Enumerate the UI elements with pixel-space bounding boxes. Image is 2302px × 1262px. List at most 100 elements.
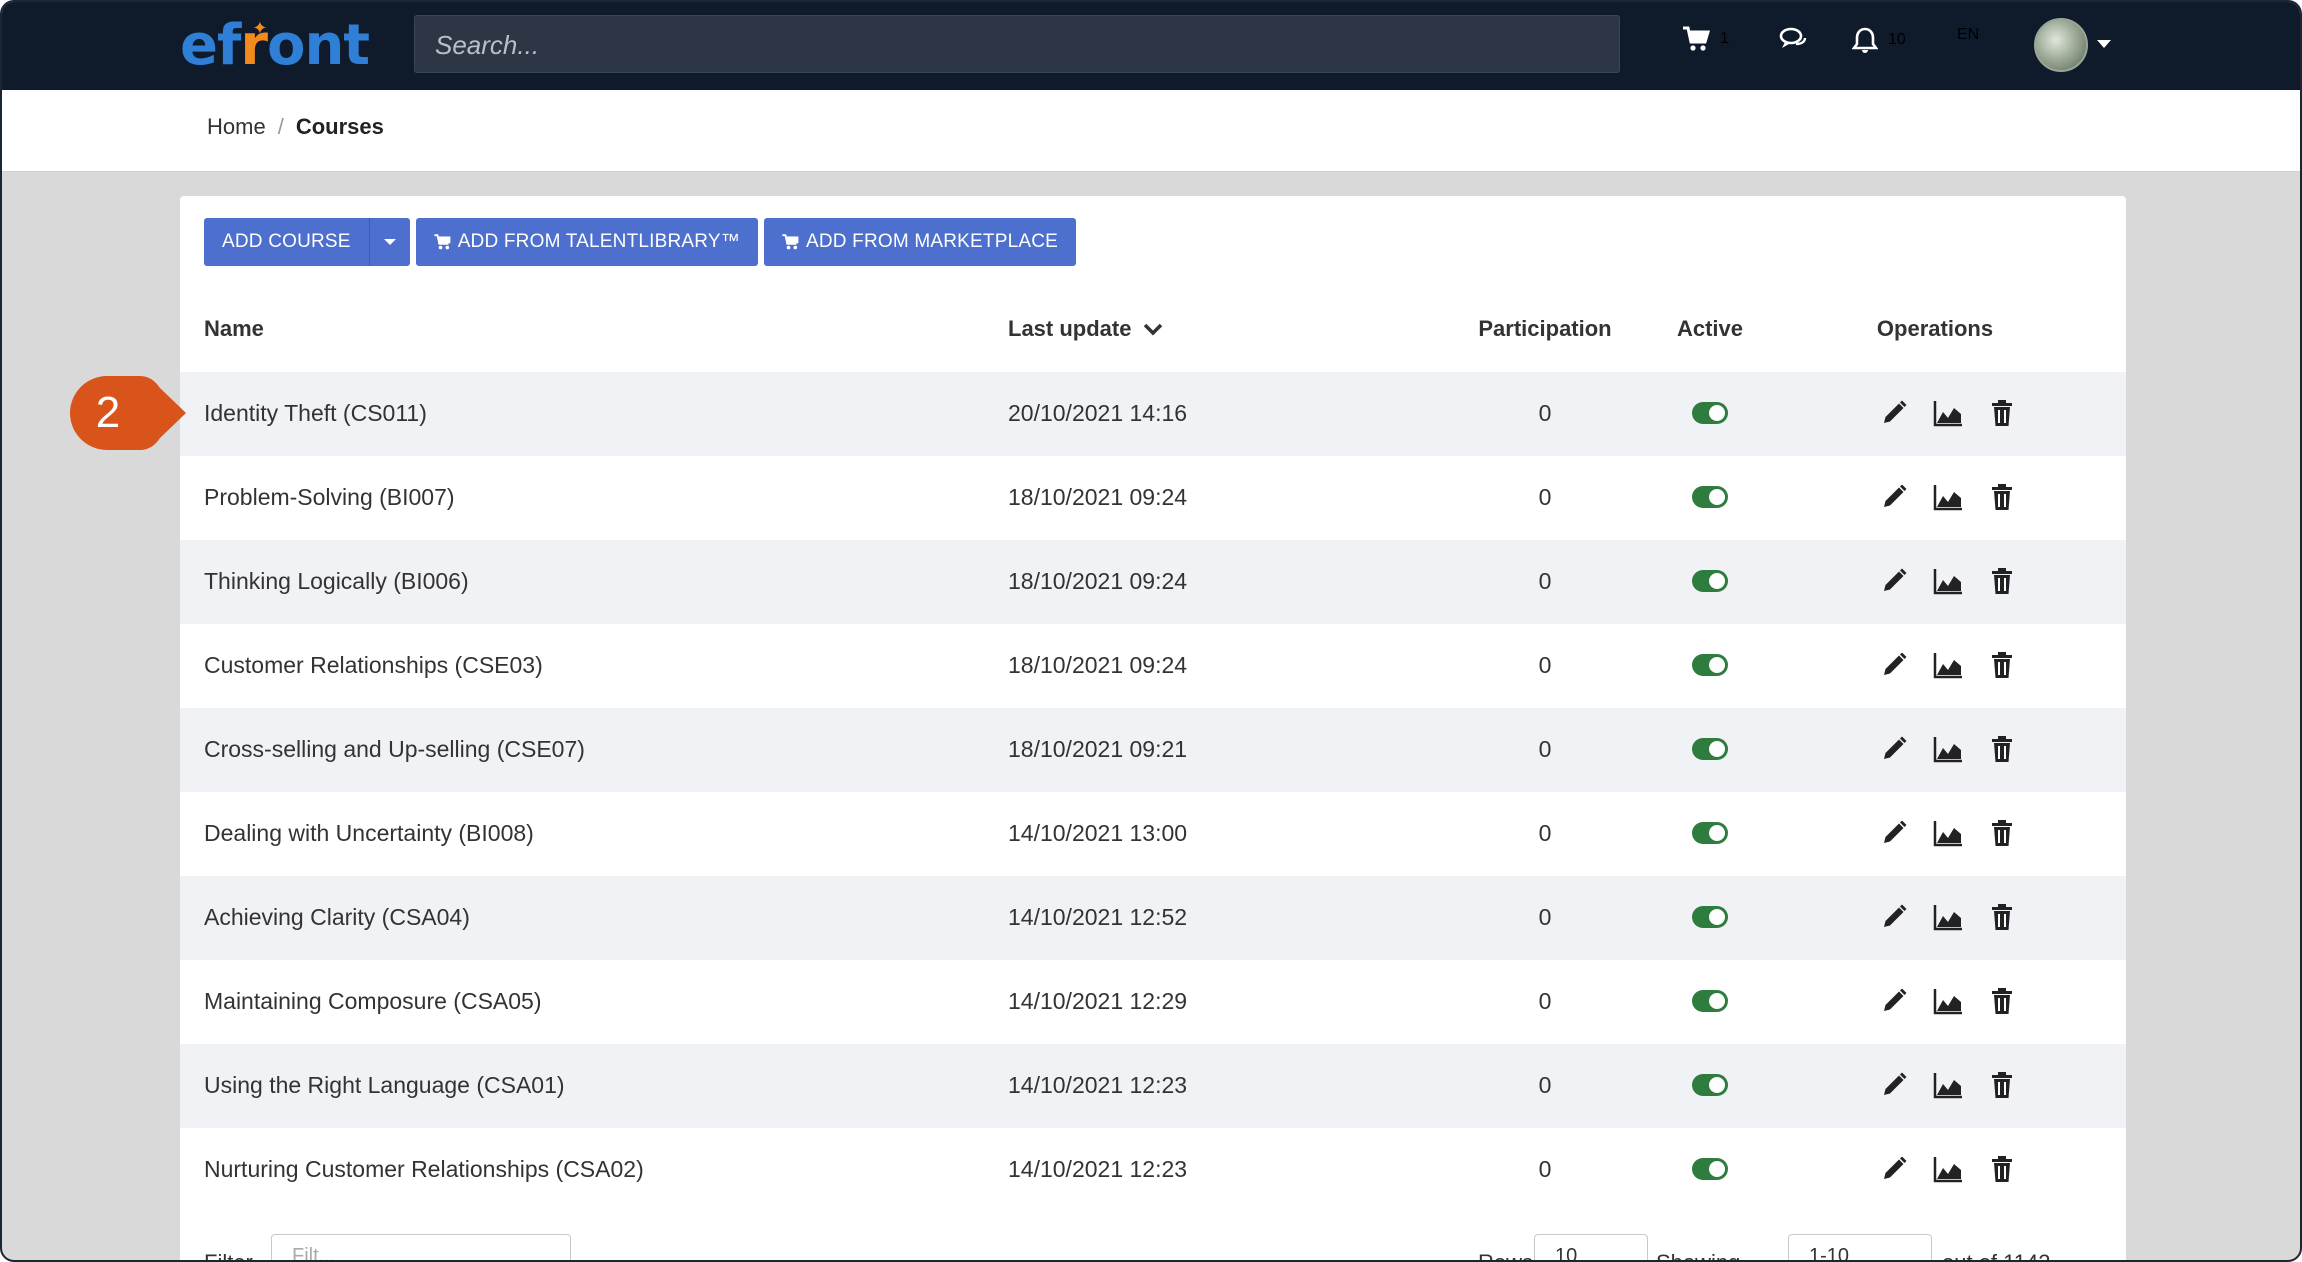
edit-icon[interactable]	[1878, 565, 1910, 597]
add-course-dropdown-button[interactable]	[368, 218, 410, 266]
row-operations	[1878, 901, 2018, 933]
course-name[interactable]: Cross-selling and Up-selling (CSE07)	[204, 736, 585, 763]
statistics-icon[interactable]	[1932, 397, 1964, 429]
statistics-icon[interactable]	[1932, 901, 1964, 933]
statistics-icon[interactable]	[1932, 1069, 1964, 1101]
notifications-count: 10	[1888, 31, 1906, 48]
active-toggle[interactable]	[1692, 570, 1728, 592]
edit-icon[interactable]	[1878, 481, 1910, 513]
table-row[interactable]: Maintaining Composure (CSA05) 14/10/2021 …	[180, 960, 2126, 1044]
trash-icon[interactable]	[1986, 817, 2018, 849]
course-name[interactable]: Maintaining Composure (CSA05)	[204, 988, 542, 1015]
edit-icon[interactable]	[1878, 733, 1910, 765]
statistics-icon[interactable]	[1932, 985, 1964, 1017]
participation-count: 0	[1538, 1072, 1552, 1098]
course-name[interactable]: Nurturing Customer Relationships (CSA02)	[204, 1156, 644, 1183]
rows-select[interactable]: 10	[1534, 1234, 1648, 1260]
statistics-icon[interactable]	[1932, 733, 1964, 765]
table-row[interactable]: Problem-Solving (BI007) 18/10/2021 09:24 0	[180, 456, 2126, 540]
table-row[interactable]: Cross-selling and Up-selling (CSE07) 18/1…	[180, 708, 2126, 792]
trash-icon[interactable]	[1986, 397, 2018, 429]
add-course-button[interactable]: ADD COURSE	[204, 218, 369, 266]
trash-icon[interactable]	[1986, 901, 2018, 933]
filter-input[interactable]: Filt...	[271, 1234, 571, 1260]
trash-icon[interactable]	[1986, 481, 2018, 513]
cart-button[interactable]: 1	[1682, 26, 1729, 52]
row-operations	[1878, 733, 2018, 765]
table-row[interactable]: Thinking Logically (BI006) 18/10/2021 09:…	[180, 540, 2126, 624]
efront-logo[interactable]: efr ✦ ont	[180, 16, 370, 76]
table-row[interactable]: Customer Relationships (CSE03) 18/10/2021…	[180, 624, 2126, 708]
edit-icon[interactable]	[1878, 649, 1910, 681]
trash-icon[interactable]	[1986, 733, 2018, 765]
statistics-icon[interactable]	[1932, 565, 1964, 597]
last-update-date: 14/10/2021 12:29	[1008, 988, 1188, 1014]
bell-icon	[1852, 26, 1878, 54]
trash-icon[interactable]	[1986, 565, 2018, 597]
active-toggle[interactable]	[1692, 654, 1728, 676]
active-toggle[interactable]	[1692, 822, 1728, 844]
messages-button[interactable]	[1779, 26, 1807, 52]
active-toggle[interactable]	[1692, 402, 1728, 424]
edit-icon[interactable]	[1878, 1069, 1910, 1101]
add-from-talentlibrary-label: ADD FROM TALENTLIBRARY™	[457, 231, 740, 252]
row-operations	[1878, 985, 2018, 1017]
trash-icon[interactable]	[1986, 1153, 2018, 1185]
edit-icon[interactable]	[1878, 985, 1910, 1017]
table-row[interactable]: Dealing with Uncertainty (BI008) 14/10/20…	[180, 792, 2126, 876]
active-toggle[interactable]	[1692, 738, 1728, 760]
trash-icon[interactable]	[1986, 1069, 2018, 1101]
course-name[interactable]: Problem-Solving (BI007)	[204, 484, 455, 511]
column-name[interactable]: Name	[204, 316, 264, 342]
edit-icon[interactable]	[1878, 901, 1910, 933]
edit-icon[interactable]	[1878, 1153, 1910, 1185]
active-toggle[interactable]	[1692, 906, 1728, 928]
chevron-down-icon[interactable]	[2097, 40, 2111, 48]
user-avatar[interactable]	[2034, 18, 2088, 72]
language-selector[interactable]: EN	[1957, 26, 1979, 44]
cart-count: 1	[1720, 30, 1729, 47]
search-input[interactable]: Search...	[414, 15, 1620, 73]
active-toggle[interactable]	[1692, 486, 1728, 508]
trash-icon[interactable]	[1986, 985, 2018, 1017]
breadcrumb-home[interactable]: Home	[207, 114, 266, 140]
statistics-icon[interactable]	[1932, 481, 1964, 513]
active-toggle[interactable]	[1692, 1158, 1728, 1180]
statistics-icon[interactable]	[1932, 649, 1964, 681]
edit-icon[interactable]	[1878, 817, 1910, 849]
cart-icon	[1682, 26, 1710, 52]
add-from-talentlibrary-button[interactable]: ADD FROM TALENTLIBRARY™	[415, 218, 758, 266]
last-update-date: 14/10/2021 13:00	[1008, 820, 1188, 846]
statistics-icon[interactable]	[1932, 817, 1964, 849]
last-update-date: 14/10/2021 12:23	[1008, 1156, 1188, 1182]
course-name[interactable]: Identity Theft (CS011)	[204, 400, 427, 427]
step-number: 2	[96, 388, 120, 437]
course-name[interactable]: Thinking Logically (BI006)	[204, 568, 469, 595]
course-name[interactable]: Using the Right Language (CSA01)	[204, 1072, 565, 1099]
course-name[interactable]: Achieving Clarity (CSA04)	[204, 904, 470, 931]
table-row[interactable]: Achieving Clarity (CSA04) 14/10/2021 12:5…	[180, 876, 2126, 960]
last-update-date: 18/10/2021 09:21	[1008, 736, 1188, 762]
page-select[interactable]: 1-10	[1788, 1234, 1932, 1260]
course-name[interactable]: Dealing with Uncertainty (BI008)	[204, 820, 534, 847]
trash-icon[interactable]	[1986, 649, 2018, 681]
add-from-marketplace-button[interactable]: ADD FROM MARKETPLACE	[763, 218, 1077, 266]
notifications-button[interactable]: 10	[1852, 26, 1906, 54]
column-active[interactable]: Active	[1658, 316, 1762, 342]
participation-count: 0	[1538, 820, 1552, 846]
column-last-update[interactable]: Last update	[1008, 316, 1163, 342]
table-row[interactable]: Using the Right Language (CSA01) 14/10/20…	[180, 1044, 2126, 1128]
edit-icon[interactable]	[1878, 397, 1910, 429]
column-last-update-label: Last update	[1008, 316, 1132, 341]
caret-down-icon	[383, 239, 396, 245]
column-operations: Operations	[1876, 316, 1994, 341]
statistics-icon[interactable]	[1932, 1153, 1964, 1185]
sort-chevron-down-icon	[1144, 323, 1163, 336]
active-toggle[interactable]	[1692, 1074, 1728, 1096]
column-participation[interactable]: Participation	[1428, 316, 1662, 342]
course-name[interactable]: Customer Relationships (CSE03)	[204, 652, 543, 679]
active-toggle[interactable]	[1692, 990, 1728, 1012]
participation-count: 0	[1538, 484, 1552, 510]
table-row[interactable]: Identity Theft (CS011) 20/10/2021 14:16 0	[180, 372, 2126, 456]
table-row[interactable]: Nurturing Customer Relationships (CSA02)…	[180, 1128, 2126, 1212]
